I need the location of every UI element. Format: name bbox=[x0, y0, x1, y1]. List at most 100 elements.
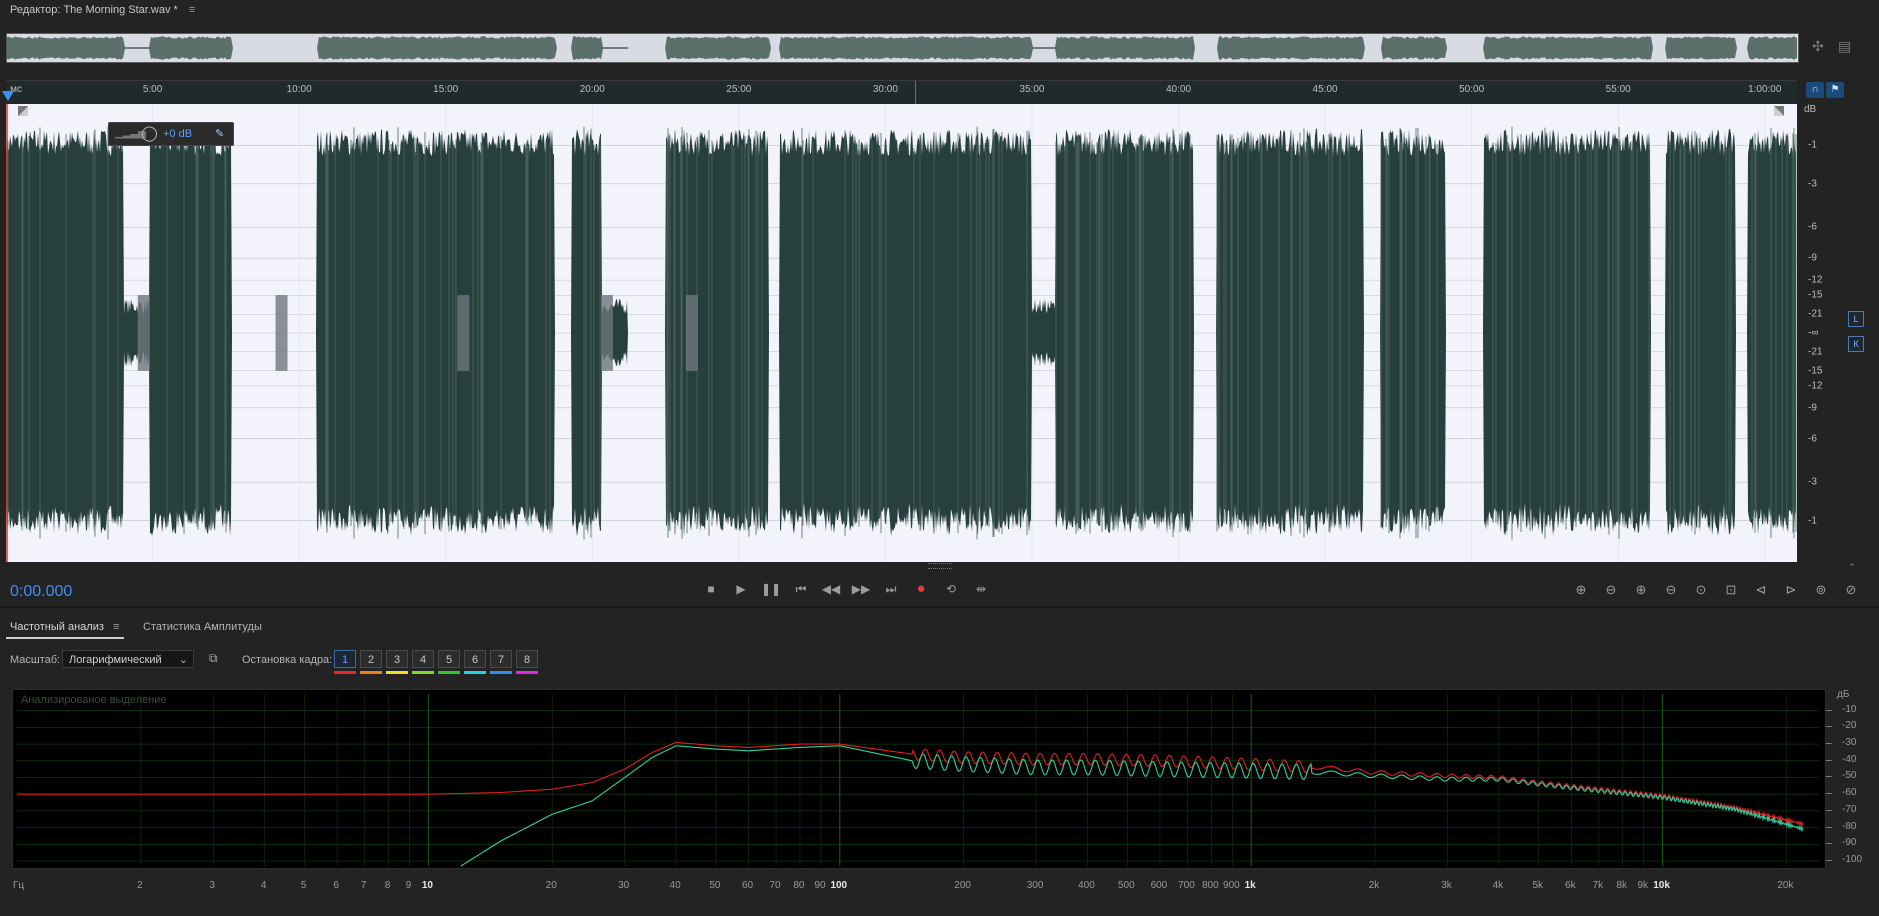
fade-in-handle-icon[interactable] bbox=[18, 106, 28, 116]
spectrum-y-tickmark bbox=[1826, 826, 1832, 828]
stop-icon[interactable]: ■ bbox=[700, 582, 722, 596]
pause-icon[interactable]: ❚❚ bbox=[760, 582, 782, 596]
spectrum-x-tick: 4k bbox=[1492, 880, 1504, 891]
hold-frame-button-1[interactable]: 1 bbox=[334, 650, 356, 668]
fast-forward-icon[interactable]: ▶▶ bbox=[850, 582, 872, 596]
spectrum-x-tick: 7k bbox=[1592, 880, 1604, 891]
gain-value[interactable]: +0 dB bbox=[163, 128, 192, 140]
marker-icon[interactable]: ⚑ bbox=[1826, 82, 1844, 98]
copy-frame-icon[interactable]: ⧉ bbox=[209, 651, 218, 666]
hold-frame-button-3[interactable]: 3 bbox=[386, 650, 408, 668]
spectrum-x-tick: 5k bbox=[1532, 880, 1544, 891]
skip-to-start-icon[interactable]: ⏮ bbox=[790, 582, 812, 597]
spectrum-x-tick: 7 bbox=[360, 880, 367, 891]
pin-icon[interactable]: ✎ bbox=[215, 127, 224, 140]
time-ruler-label: 20:00 bbox=[579, 84, 605, 95]
playhead-icon[interactable] bbox=[2, 91, 14, 101]
tab-amplitude-statistics[interactable]: Статистика Амплитуды bbox=[143, 621, 262, 633]
spectrum-x-tick: 10k bbox=[1653, 880, 1670, 891]
spectrum-y-tick: -20 bbox=[1842, 720, 1857, 732]
time-ruler[interactable]: мс 5:00 10:00 15:00 20:00 25:00 30:00 35:00 40:0… bbox=[2, 80, 1797, 105]
spectrum-x-tick: 9 bbox=[405, 880, 412, 891]
hold-frame-color-5 bbox=[438, 671, 460, 674]
spectrum-x-tick: 3k bbox=[1441, 880, 1452, 891]
volume-hud[interactable]: ▁▂▃▅ ◯ +0 dB ✎ bbox=[108, 122, 234, 146]
db-scale-label: -1 bbox=[1808, 515, 1817, 527]
skip-to-end-icon[interactable]: ⏭ bbox=[880, 582, 902, 597]
spectrum-x-tick: 50 bbox=[709, 880, 721, 891]
tab-frequency-analysis[interactable]: Частотный анализ ≡ bbox=[10, 621, 119, 633]
hold-frame-label: Остановка кадра: bbox=[242, 654, 333, 666]
hamburger-icon[interactable]: ≡ bbox=[189, 4, 195, 16]
channel-left-button[interactable]: L bbox=[1848, 311, 1864, 327]
zoom-reset-icon[interactable]: ⊙ bbox=[1690, 582, 1712, 598]
spectrum-y-tickmark bbox=[1826, 726, 1832, 728]
db-scale-label: -6 bbox=[1808, 433, 1817, 445]
scale-select[interactable]: Логарифмический ⌄ bbox=[62, 650, 194, 668]
zoom-in-amplitude-icon[interactable]: ⊕ bbox=[1570, 582, 1592, 598]
zoom-out-time-icon[interactable]: ⊖ bbox=[1660, 582, 1682, 598]
panel-resize-handle[interactable] bbox=[928, 563, 952, 569]
time-ruler-label: 1:00:00 bbox=[1748, 84, 1782, 95]
zoom-out-amplitude-icon[interactable]: ⊖ bbox=[1600, 582, 1622, 598]
waveform-pop bbox=[685, 295, 698, 371]
hold-frame-color-8 bbox=[516, 671, 538, 674]
current-time[interactable]: 0:00.000 bbox=[10, 583, 72, 601]
db-scale-label: -6 bbox=[1808, 221, 1817, 233]
hold-frame-button-8[interactable]: 8 bbox=[516, 650, 538, 668]
spectrum-y-tickmark bbox=[1826, 843, 1832, 845]
frequency-spectrum[interactable]: Анализированое выделение bbox=[12, 689, 1826, 869]
skip-selection-icon[interactable]: ⇹ bbox=[970, 582, 992, 596]
hold-frame-button-5[interactable]: 5 bbox=[438, 650, 460, 668]
hold-frame-button-7[interactable]: 7 bbox=[490, 650, 512, 668]
loop-icon[interactable]: ⟲ bbox=[940, 582, 962, 596]
spectrum-y-tick: -90 bbox=[1842, 837, 1857, 849]
rewind-icon[interactable]: ◀◀ bbox=[820, 582, 842, 596]
collapse-icon[interactable]: ⌃ bbox=[1848, 562, 1856, 573]
hold-frame-color-2 bbox=[360, 671, 382, 674]
spectrum-y-tickmark bbox=[1826, 743, 1832, 745]
fade-out-handle-icon[interactable] bbox=[1774, 106, 1784, 116]
time-ruler-label: 40:00 bbox=[1165, 84, 1192, 95]
hold-frame-button-6[interactable]: 6 bbox=[464, 650, 486, 668]
spectrum-x-tick: 5 bbox=[300, 880, 307, 891]
zoom-selection-icon[interactable]: ⊡ bbox=[1720, 582, 1742, 598]
analyzed-selection-label: Анализированое выделение bbox=[21, 694, 167, 706]
db-scale-label: -21 bbox=[1808, 308, 1823, 320]
spectrum-x-tick: 700 bbox=[1178, 880, 1195, 891]
spectrum-y-axis: -10 -20 -30 -40 -50 -60 -70 -80 -90 -100 bbox=[1814, 689, 1874, 869]
spectrum-x-tick: 600 bbox=[1150, 880, 1168, 891]
hold-frame-color-6 bbox=[464, 671, 486, 674]
spectrum-x-tick: 6 bbox=[333, 880, 339, 891]
db-scale-label: -15 bbox=[1808, 365, 1823, 376]
zoom-out-full-icon[interactable]: ⊘ bbox=[1840, 582, 1862, 598]
panel-layout-icon[interactable]: ▤ bbox=[1838, 38, 1851, 55]
zoom-in-left-icon[interactable]: ⊲ bbox=[1750, 582, 1772, 598]
tab-menu-icon[interactable]: ≡ bbox=[113, 621, 119, 633]
zoom-navigator-icon[interactable]: ✣ bbox=[1812, 38, 1824, 55]
snap-icon[interactable]: ∩ bbox=[1806, 82, 1824, 98]
spectrum-x-tick: 70 bbox=[769, 880, 781, 891]
spectrum-x-tick: 2 bbox=[137, 880, 143, 891]
zoom-in-time-icon[interactable]: ⊕ bbox=[1630, 582, 1652, 598]
play-icon[interactable]: ▶ bbox=[730, 582, 752, 596]
hold-frame-button-4[interactable]: 4 bbox=[412, 650, 434, 668]
view-marker[interactable] bbox=[914, 81, 916, 105]
zoom-in-right-icon[interactable]: ⊳ bbox=[1780, 582, 1802, 598]
zoom-controls: ⊕ ⊖ ⊕ ⊖ ⊙ ⊡ ⊲ ⊳ ⊚ ⊘ bbox=[1570, 582, 1870, 602]
transport-controls: ■ ▶ ❚❚ ⏮ ◀◀ ▶▶ ⏭ ● ⟲ ⇹ bbox=[700, 580, 1000, 602]
spectrum-y-tick: -70 bbox=[1842, 803, 1857, 815]
db-scale-label: -∞ bbox=[1808, 327, 1819, 339]
waveform-overview[interactable] bbox=[6, 33, 1799, 63]
hold-frame-color-1 bbox=[334, 671, 356, 674]
db-scale-label: -12 bbox=[1808, 274, 1823, 286]
spectrum-y-tickmark bbox=[1826, 759, 1832, 761]
volume-knob-icon[interactable]: ◯ bbox=[141, 124, 158, 142]
channel-right-button[interactable]: К bbox=[1848, 336, 1864, 352]
zoom-full-icon[interactable]: ⊚ bbox=[1810, 582, 1832, 598]
db-scale-label: -9 bbox=[1808, 252, 1817, 264]
spectrum-y-tick: -100 bbox=[1842, 853, 1863, 865]
record-icon[interactable]: ● bbox=[910, 580, 932, 597]
waveform-display[interactable] bbox=[6, 104, 1797, 562]
hold-frame-button-2[interactable]: 2 bbox=[360, 650, 382, 668]
